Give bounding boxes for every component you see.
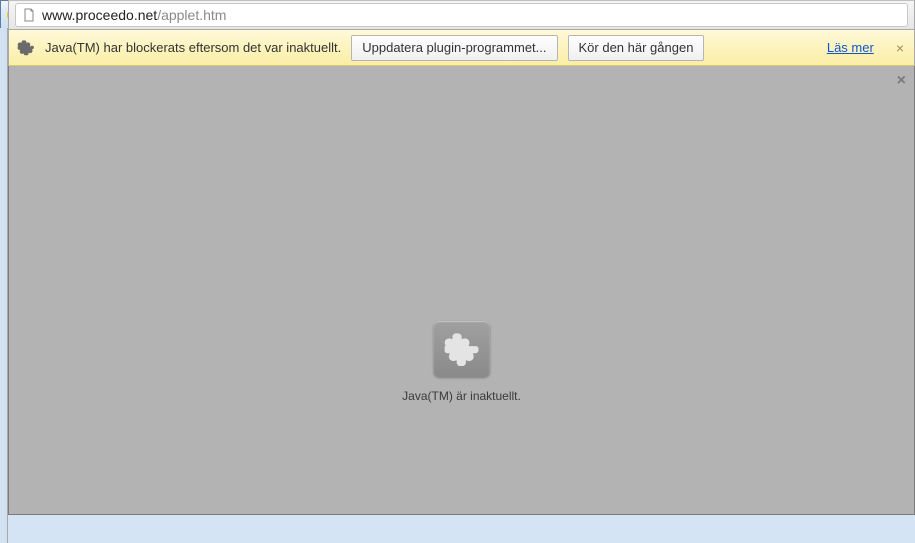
run-once-button[interactable]: Kör den här gången <box>568 35 705 61</box>
content-close-icon[interactable]: × <box>897 72 906 90</box>
page-icon <box>22 8 36 22</box>
infobar-dismiss-icon[interactable]: × <box>894 40 906 56</box>
plugin-placeholder-caption: Java(TM) är inaktuellt. <box>402 389 521 403</box>
url-host: www.proceedo.net <box>42 7 157 23</box>
plugin-blocked-infobar: Java(TM) har blockerats eftersom det var… <box>8 30 915 66</box>
address-bar: www.proceedo.net/applet.htm <box>8 0 915 30</box>
run-once-button-label: Kör den här gången <box>579 40 694 55</box>
window-frame-left <box>0 28 8 543</box>
plugin-placeholder[interactable]: Java(TM) är inaktuellt. <box>402 321 521 403</box>
update-plugin-button[interactable]: Uppdatera plugin-programmet... <box>351 35 557 61</box>
url-path: /applet.htm <box>157 7 226 23</box>
update-plugin-button-label: Uppdatera plugin-programmet... <box>362 40 546 55</box>
puzzle-icon <box>444 332 478 366</box>
puzzle-icon <box>17 39 35 57</box>
plugin-placeholder-tile <box>433 321 489 377</box>
learn-more-link[interactable]: Läs mer <box>827 40 874 55</box>
infobar-message: Java(TM) har blockerats eftersom det var… <box>45 40 341 55</box>
omnibox[interactable]: www.proceedo.net/applet.htm <box>15 3 908 27</box>
page-content: × Java(TM) är inaktuellt. <box>8 66 915 515</box>
